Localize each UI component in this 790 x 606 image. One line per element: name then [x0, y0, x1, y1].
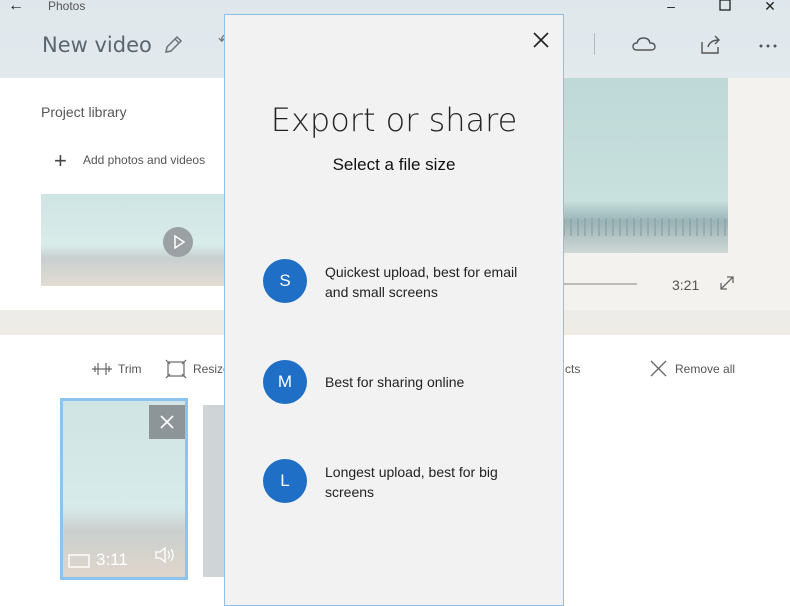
size-option-label: Best for sharing online	[325, 374, 465, 390]
video-clip-icon	[68, 553, 90, 574]
size-option-small[interactable]: S Quickest upload, best for email and sm…	[263, 259, 543, 319]
app-name: Photos	[48, 0, 86, 13]
preview-duration: 3:21	[672, 277, 700, 293]
add-photos-button[interactable]: + Add photos and videos	[54, 148, 224, 174]
volume-icon[interactable]	[154, 546, 176, 568]
library-thumbnail[interactable]	[41, 194, 226, 286]
size-option-label: Longest upload, best for big screens	[325, 464, 498, 500]
scrub-bar[interactable]	[563, 283, 637, 285]
remove-all-icon[interactable]	[648, 358, 672, 380]
trim-button[interactable]: Trim	[118, 362, 142, 382]
add-photos-label: Add photos and videos	[83, 153, 206, 167]
pencil-icon[interactable]	[162, 34, 184, 56]
play-icon[interactable]	[163, 227, 193, 257]
storyboard-clip[interactable]	[203, 405, 226, 577]
cloud-icon[interactable]	[630, 33, 658, 57]
size-badge-large: L	[263, 459, 307, 503]
dialog-title: Export or share	[270, 101, 518, 139]
toolbar-separator	[594, 33, 595, 55]
back-arrow-icon[interactable]: ←	[8, 0, 30, 16]
resize-icon[interactable]	[164, 358, 188, 380]
export-dialog: Export or share Select a file size S Qui…	[224, 14, 564, 606]
clip-duration: 3:11	[96, 550, 128, 569]
remove-clip-icon[interactable]	[149, 405, 185, 439]
size-badge-small: S	[263, 259, 307, 303]
effects-button[interactable]: cts	[565, 362, 580, 382]
share-icon[interactable]	[697, 33, 725, 57]
size-option-large[interactable]: L Longest upload, best for big screens	[263, 459, 543, 519]
trim-icon[interactable]	[90, 358, 114, 380]
plus-icon: +	[54, 148, 67, 173]
window-close-icon[interactable]: ✕	[755, 0, 785, 15]
preview-railing	[563, 218, 728, 236]
size-option-medium[interactable]: M Best for sharing online	[263, 360, 543, 420]
minimize-icon[interactable]: –	[656, 0, 686, 15]
more-icon[interactable]	[756, 33, 784, 57]
dialog-subtitle: Select a file size	[332, 155, 456, 174]
expand-icon[interactable]	[716, 272, 738, 294]
library-title: Project library	[41, 104, 127, 120]
size-badge-medium: M	[263, 360, 307, 404]
remove-all-button[interactable]: Remove all	[675, 362, 735, 382]
project-title[interactable]: New video	[42, 33, 152, 57]
size-option-label: Quickest upload, best for email and smal…	[325, 264, 518, 300]
dialog-close-icon[interactable]	[528, 27, 554, 53]
maximize-icon[interactable]	[710, 0, 740, 15]
